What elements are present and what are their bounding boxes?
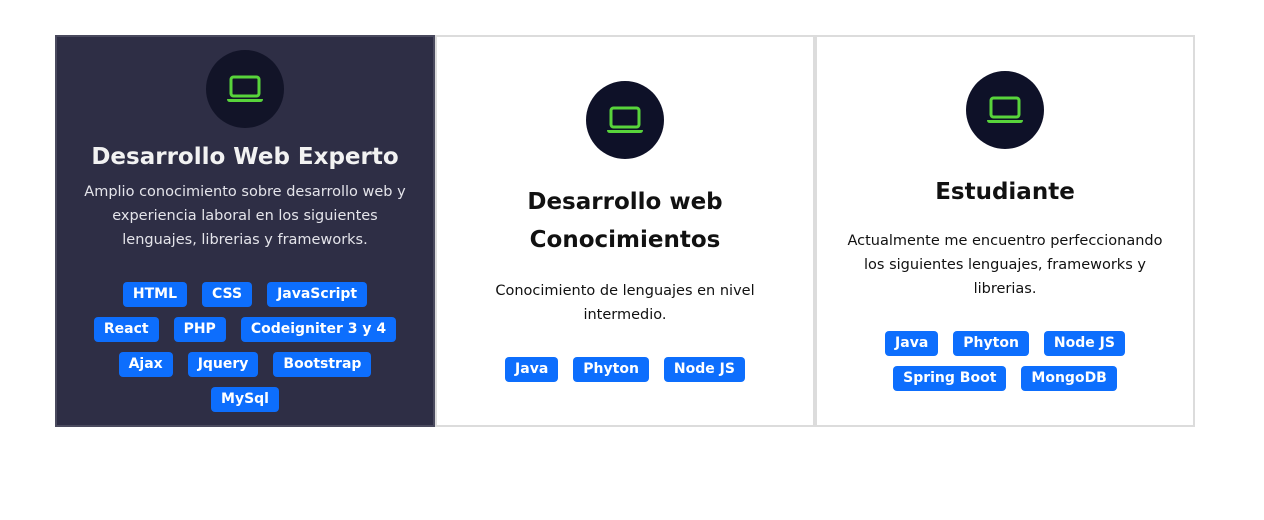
card-desarrollo-web-conocimientos[interactable]: Desarrollo web Conocimientos Conocimient… [435,35,815,427]
tag-java: Java [885,331,939,356]
tag-nodejs: Node JS [663,356,745,382]
tag-jquery: Jquery [187,352,259,377]
tag-php: PHP [173,317,226,342]
tag-mysql: MySql [211,387,279,412]
skills-cards: Desarrollo Web Experto Amplio conocimien… [55,35,1195,427]
laptop-icon-circle [966,71,1044,149]
tag-phyton: Phyton [573,356,649,382]
card-title: Desarrollo Web Experto [91,144,399,170]
laptop-icon [227,75,263,102]
card-title-line-1: Desarrollo web [527,188,723,215]
laptop-icon-circle [586,80,664,159]
tag-mongodb: MongoDB [1021,366,1117,391]
tag-list: Java Phyton Node JS Spring Boot MongoDB [885,331,1125,391]
tag-nodejs: Node JS [1043,331,1125,356]
tag-java: Java [505,356,559,382]
card-desarrollo-web-experto[interactable]: Desarrollo Web Experto Amplio conocimien… [55,35,435,427]
tag-css: CSS [202,282,253,307]
tag-bootstrap: Bootstrap [273,352,372,377]
card-title: Desarrollo web Conocimientos [527,183,722,259]
laptop-icon [987,96,1023,123]
card-description: Conocimiento de lenguajes en nivel inter… [495,282,755,323]
card-estudiante[interactable]: Estudiante Actualmente me encuentro perf… [815,35,1195,427]
laptop-icon [607,106,643,133]
tag-list: Java Phyton Node JS [505,356,745,382]
tag-ajax: Ajax [118,352,173,377]
card-title-line-2: Conocimientos [529,226,721,253]
tag-spring-boot: Spring Boot [893,366,1007,391]
tag-react: React [93,317,159,342]
card-description: Actualmente me encuentro perfeccionando … [847,233,1163,297]
tag-codeigniter: Codeigniter 3 y 4 [240,317,397,342]
tag-phyton: Phyton [953,331,1029,356]
card-title: Estudiante [935,179,1075,205]
tag-html: HTML [122,282,187,307]
laptop-icon-circle [206,50,284,128]
tag-javascript: JavaScript [267,282,368,307]
card-description: Amplio conocimiento sobre desarrollo web… [84,184,406,248]
tag-list: HTML CSS JavaScript React PHP Codeignite… [85,282,405,412]
